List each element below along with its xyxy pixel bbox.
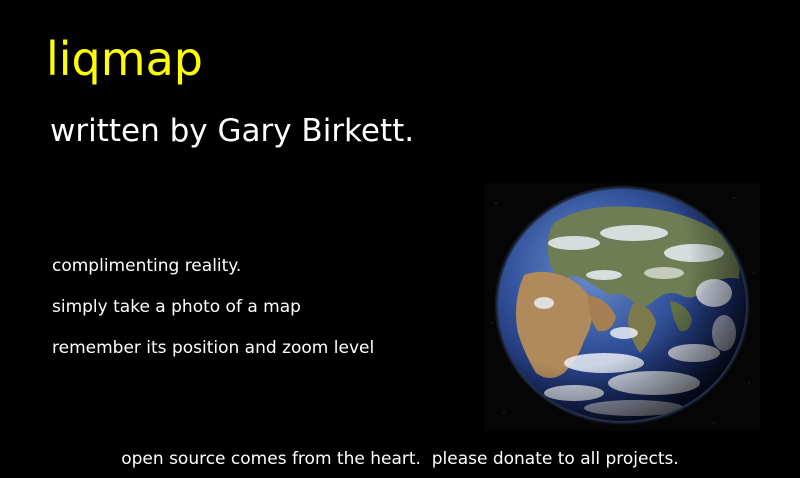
author-line: written by Gary Birkett. xyxy=(50,113,415,149)
feature-list: complimenting reality. simply take a pho… xyxy=(52,256,374,379)
footer-message: open source comes from the heart. please… xyxy=(121,449,679,469)
feature-item: complimenting reality. xyxy=(52,256,242,276)
feature-item: remember its position and zoom level xyxy=(52,338,375,358)
earth-globe-image xyxy=(484,183,760,431)
earth-globe-icon xyxy=(491,185,755,425)
app-title: liqmap xyxy=(46,32,203,86)
feature-item: simply take a photo of a map xyxy=(52,297,301,317)
